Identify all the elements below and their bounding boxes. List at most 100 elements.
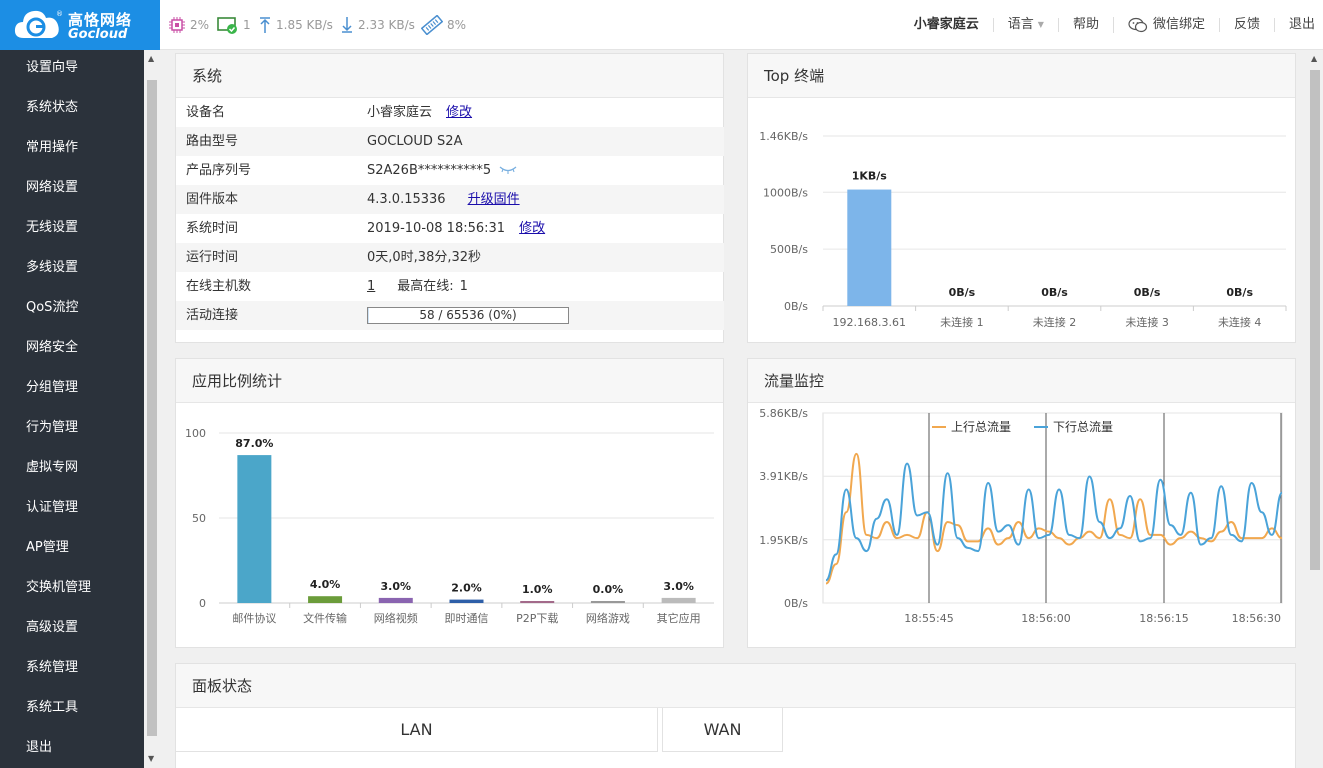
bar-data-label: 4.0% — [310, 578, 341, 591]
upgrade-firmware-link[interactable]: 升级固件 — [468, 192, 520, 207]
top-terminals-title: Top 终端 — [748, 54, 1295, 98]
sidebar-item-3[interactable]: 网络设置 — [0, 170, 144, 210]
system-time-label: 系统时间 — [186, 221, 239, 236]
serial-value: S2A26B**********5 — [367, 163, 492, 178]
cpu-value: 2% — [190, 18, 210, 32]
online-hosts-row: 在线主机数 1 最高在线: 1 — [176, 272, 724, 301]
bar-data-label: 1.0% — [522, 583, 553, 596]
scroll-up-arrow-icon[interactable]: ▲ — [148, 54, 154, 63]
port-status-title: 面板状态 — [176, 664, 1295, 708]
sidebar-item-9[interactable]: 行为管理 — [0, 410, 144, 450]
online-hosts-link[interactable]: 1 — [367, 279, 375, 294]
feedback-link[interactable]: 反馈 — [1218, 18, 1274, 32]
wechat-bind-link[interactable]: 微信绑定 — [1112, 17, 1219, 33]
cloud-logo-icon — [14, 10, 59, 38]
max-online-label: 最高在线: — [397, 279, 454, 294]
top-terminals-panel: Top 终端 0B/s 500B/s 1000B/s 1.46KB/s 1KB/s 192… — [747, 53, 1296, 343]
bar — [661, 597, 696, 603]
sidebar-item-5[interactable]: 多线设置 — [0, 250, 144, 290]
system-time-row: 系统时间 2019-10-08 18:56:31 修改 — [176, 214, 724, 243]
sidebar: 设置向导 系统状态 常用操作 网络设置 无线设置 多线设置 QoS流控 网络安全 分组管理 行为管… — [0, 50, 144, 768]
scroll-down-arrow-icon[interactable]: ▼ — [148, 754, 154, 763]
edit-time-link[interactable]: 修改 — [519, 221, 545, 236]
download-value: 2.33 KB/s — [358, 18, 415, 32]
caret-down-icon: ▼ — [1037, 20, 1044, 29]
sidebar-item-13[interactable]: 交换机管理 — [0, 570, 144, 610]
traffic-monitor-chart: 0B/s 1.95KB/s 3.91KB/s 5.86KB/s 18:55:45 18:5… — [759, 407, 1283, 625]
serial-row: 产品序列号 S2A26B**********5 — [176, 156, 724, 185]
y-tick-label: 100 — [185, 427, 206, 440]
model-label: 路由型号 — [186, 134, 239, 149]
bar — [520, 601, 555, 603]
app-ratio-title: 应用比例统计 — [176, 359, 723, 403]
serial-label: 产品序列号 — [186, 163, 252, 178]
y-tick-label: 3.91KB/s — [759, 470, 808, 483]
language-label: 语言 — [1007, 17, 1034, 32]
model-row: 路由型号 GOCLOUD S2A — [176, 127, 724, 156]
eye-closed-icon[interactable] — [499, 164, 517, 174]
sidebar-item-17[interactable]: 退出 — [0, 730, 144, 768]
monitor-check-icon — [217, 17, 237, 34]
sidebar-scroll-thumb[interactable] — [147, 80, 157, 736]
edit-device-name-link[interactable]: 修改 — [446, 105, 472, 120]
memory-value: 8% — [447, 18, 467, 32]
y-tick-label: 0B/s — [784, 300, 808, 313]
sidebar-item-15[interactable]: 系统管理 — [0, 650, 144, 690]
system-panel-title: 系统 — [176, 54, 723, 98]
traffic-monitor-title: 流量监控 — [748, 359, 1295, 403]
system-panel: 系统 设备名 小睿家庭云 修改 路由型号 GOCLOUD S2A 产品序列号 S2… — [175, 53, 724, 343]
help-link[interactable]: 帮助 — [1057, 18, 1113, 32]
sidebar-item-2[interactable]: 常用操作 — [0, 130, 144, 170]
logo[interactable]: ® 高恪网络 Gocloud — [0, 0, 160, 50]
x-tick-label: 18:56:00 — [1021, 612, 1070, 625]
bar — [590, 601, 625, 603]
device-name-row: 设备名 小睿家庭云 修改 — [176, 98, 724, 127]
sidebar-item-7[interactable]: 网络安全 — [0, 330, 144, 370]
firmware-value: 4.3.0.15336 — [367, 192, 446, 207]
sidebar-item-8[interactable]: 分组管理 — [0, 370, 144, 410]
sidebar-item-0[interactable]: 设置向导 — [0, 50, 144, 90]
bar-data-label: 0B/s — [1041, 286, 1068, 299]
sidebar-scrollbar[interactable]: ▲ ▼ — [144, 50, 160, 768]
download-stat: 2.33 KB/s — [340, 15, 415, 35]
device-name-link[interactable]: 小睿家庭云 — [900, 18, 993, 32]
x-tick-label: 其它应用 — [657, 611, 701, 625]
sidebar-item-1[interactable]: 系统状态 — [0, 90, 144, 130]
sidebar-item-11[interactable]: 认证管理 — [0, 490, 144, 530]
main-scrollbar[interactable]: ▲ — [1307, 50, 1323, 768]
uptime-row: 运行时间 0天,0时,38分,32秒 — [176, 243, 724, 272]
y-tick-label: 1.46KB/s — [759, 130, 808, 143]
app-ratio-chart: 0 50 100 87.0% 邮件协议 4.0% 文件传输 3.0% 网络视频 2.0% 即时通信 1… — [185, 427, 714, 625]
sidebar-item-4[interactable]: 无线设置 — [0, 210, 144, 250]
x-tick-label: 未连接 4 — [1218, 316, 1262, 329]
cpu-icon — [169, 17, 185, 33]
sidebar-item-12[interactable]: AP管理 — [0, 530, 144, 570]
lan-header: LAN — [176, 708, 658, 752]
sidebar-item-6[interactable]: QoS流控 — [0, 290, 144, 330]
x-tick-label: 网络视频 — [374, 611, 418, 625]
online-hosts-label: 在线主机数 — [186, 279, 252, 294]
x-tick-label: 网络游戏 — [586, 611, 630, 625]
model-value: GOCLOUD S2A — [367, 134, 463, 149]
connections-label: 活动连接 — [186, 308, 239, 323]
bar-data-label: 0B/s — [949, 286, 976, 299]
plot-area — [822, 412, 1283, 604]
sidebar-item-10[interactable]: 虚拟专网 — [0, 450, 144, 490]
series-line — [825, 462, 1283, 582]
top-nav: 小睿家庭云 语言 ▼ 帮助 微信绑定 反馈 退出 — [900, 0, 1323, 50]
language-dropdown[interactable]: 语言 ▼ — [992, 17, 1058, 32]
max-online-value: 1 — [459, 279, 468, 294]
sidebar-item-14[interactable]: 高级设置 — [0, 610, 144, 650]
legend-label: 上行总流量 — [951, 420, 1011, 434]
logout-link[interactable]: 退出 — [1273, 18, 1323, 32]
hosts-value: 1 — [243, 18, 251, 32]
sidebar-item-16[interactable]: 系统工具 — [0, 690, 144, 730]
registered-mark: ® — [56, 10, 63, 18]
system-time-value: 2019-10-08 18:56:31 — [367, 221, 506, 236]
y-tick-label: 500B/s — [770, 243, 808, 256]
main-scroll-up-arrow-icon[interactable]: ▲ — [1311, 54, 1317, 63]
bar-data-label: 87.0% — [235, 437, 273, 450]
bar-data-label: 0B/s — [1134, 286, 1161, 299]
main-scroll-thumb[interactable] — [1310, 70, 1320, 570]
bar — [308, 596, 343, 603]
